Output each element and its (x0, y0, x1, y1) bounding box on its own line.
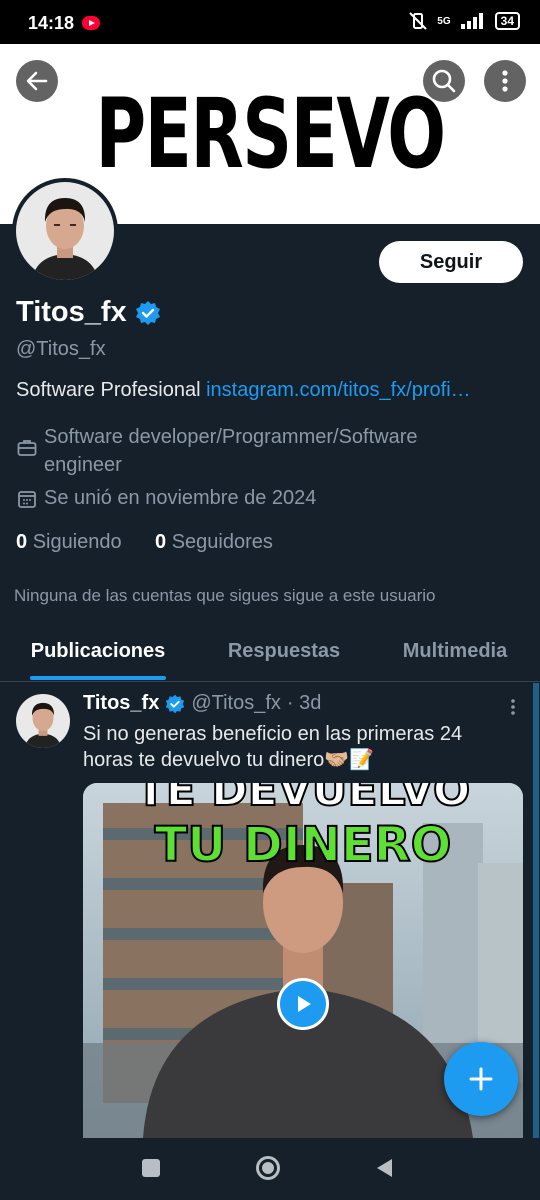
verified-badge-icon (135, 300, 160, 325)
following-count: 0 (16, 531, 28, 553)
tab-publicaciones[interactable]: Publicaciones (18, 630, 178, 680)
post-author-handle: @Titos_fx (191, 692, 281, 714)
network-label: 5G (437, 15, 451, 27)
post-avatar-image (16, 694, 70, 748)
scroll-track (533, 683, 539, 1138)
play-icon (298, 996, 311, 1012)
follow-button[interactable]: Seguir (379, 241, 523, 283)
tab-publicaciones-label: Publicaciones (30, 640, 166, 662)
post-verified-badge-icon (166, 694, 185, 713)
search-button[interactable] (423, 60, 465, 102)
bio-text: Software Profesional (16, 379, 207, 401)
mutuals-note: Ninguna de las cuentas que sigues sigue … (14, 586, 436, 605)
compose-post-button[interactable] (444, 1042, 518, 1116)
plus-icon (469, 1067, 493, 1091)
banner-text: PERSEVO (95, 78, 445, 190)
calendar-icon (18, 491, 36, 508)
display-name-row: Titos_fx (16, 296, 161, 329)
vibrate-off-icon (409, 12, 428, 30)
post-header: Titos_fx @Titos_fx · 3d (83, 692, 321, 715)
post-text: Si no generas beneficio en las primeras … (83, 721, 462, 773)
following-label: Siguiendo (32, 531, 122, 553)
post-time: · 3d (286, 692, 322, 714)
profile-handle: @Titos_fx (16, 338, 106, 360)
followers-label: Seguidores (171, 531, 273, 553)
tabs-divider (0, 681, 540, 682)
tab-respuestas-label: Respuestas (227, 640, 341, 662)
profile-avatar[interactable] (12, 178, 118, 284)
scrollbar-thumb[interactable] (533, 683, 539, 1138)
joined-date: Se unió en noviembre de 2024 (44, 487, 317, 509)
active-tab-indicator (30, 676, 166, 680)
battery-indicator: 34 (494, 12, 520, 30)
system-navigation-bar (0, 1138, 540, 1200)
arrow-left-icon (26, 71, 48, 91)
followers-count: 0 (155, 531, 167, 553)
more-vertical-icon (502, 70, 508, 92)
occupation-line-2: engineer (44, 454, 122, 476)
search-icon (432, 69, 456, 93)
video-caption: TU DINERO (154, 816, 453, 874)
youtube-notification-icon (82, 16, 100, 30)
video-play-button[interactable] (277, 978, 329, 1030)
home-button[interactable] (256, 1156, 280, 1180)
followers-link[interactable]: 0 Seguidores (155, 531, 273, 554)
post-text-line-2: horas te devuelvo tu dinero🤝🏼📝 (83, 749, 375, 771)
signal-icon (460, 13, 483, 29)
status-icons: 5G 34 (407, 12, 520, 30)
post-text-line-1: Si no generas beneficio en las primeras … (83, 723, 463, 745)
following-link[interactable]: 0 Siguiendo (16, 531, 122, 554)
display-name: Titos_fx (16, 296, 127, 328)
avatar-image (16, 182, 114, 280)
video-caption-top: TE DEVUELVO (135, 783, 471, 817)
bio-link[interactable]: instagram.com/titos_fx/profi… (206, 379, 471, 401)
status-time: 14:18 (28, 13, 75, 33)
occupation-line-1: Software developer/Programmer/Software (44, 426, 418, 448)
back-button[interactable] (16, 60, 58, 102)
tab-multimedia-label: Multimedia (402, 640, 508, 662)
status-bar: 14:18 5G 34 (0, 0, 540, 44)
tab-multimedia[interactable]: Multimedia (388, 630, 522, 680)
bio: Software Profesional instagram.com/titos… (16, 379, 471, 402)
more-options-button[interactable] (484, 60, 526, 102)
tab-respuestas[interactable]: Respuestas (214, 630, 354, 680)
occupation: Software developer/Programmer/Software e… (44, 423, 418, 479)
post-more-icon[interactable] (505, 697, 521, 717)
home-dot-icon (262, 1162, 274, 1174)
briefcase-icon (17, 440, 37, 456)
back-nav-button[interactable] (374, 1157, 394, 1179)
recent-apps-button[interactable] (142, 1159, 160, 1177)
post-author-avatar[interactable] (16, 694, 70, 748)
post-author-name[interactable]: Titos_fx (83, 692, 159, 715)
